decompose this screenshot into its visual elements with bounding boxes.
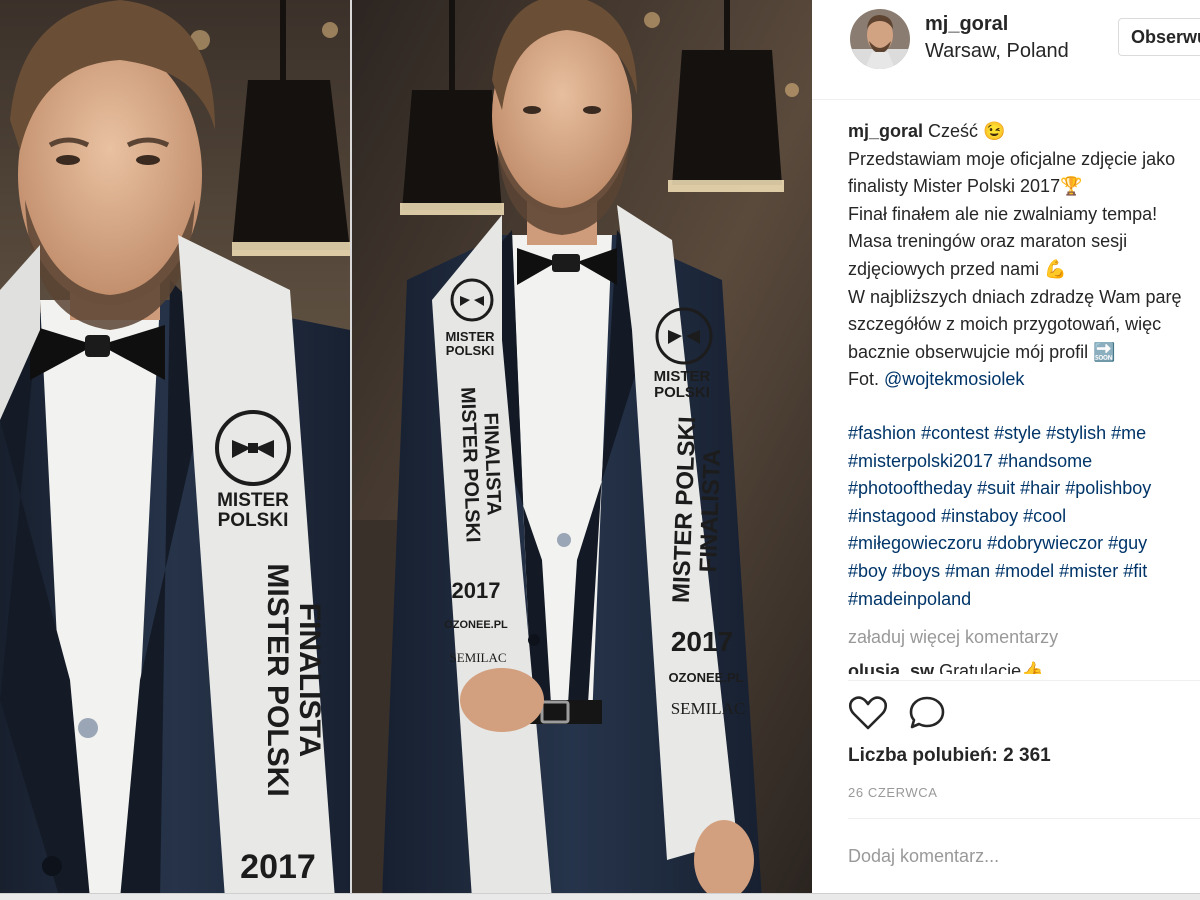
likes-count[interactable]: Liczba polubień: 2 361	[848, 745, 1051, 767]
comment-author[interactable]: olusia_sw	[848, 661, 934, 674]
hashtag-link[interactable]: #fit	[1123, 561, 1147, 581]
hashtag-link[interactable]: #boys	[892, 561, 940, 581]
hashtag-line: #miłegowieczoru #dobrywieczor #guy	[848, 530, 1200, 558]
follow-button[interactable]: Obserwuj	[1118, 18, 1200, 56]
sash-year: 2017	[240, 848, 316, 886]
load-more-comments-link[interactable]: załaduj więcej komentarzy	[848, 627, 1058, 648]
heart-icon[interactable]	[848, 694, 888, 732]
hashtag-line: #instagood #instaboy #cool	[848, 503, 1200, 531]
sash-title-line1: MISTER POLSKI	[261, 563, 294, 796]
caption-line: mj_goral Cześć 😉	[848, 118, 1200, 146]
caption-line: W najbliższych dniach zdradzę Wam parę	[848, 286, 1182, 307]
sash-left-year: 2017	[452, 578, 501, 603]
speech-bubble-icon[interactable]	[908, 694, 948, 732]
sash-left-title-line2: FINALISTA	[479, 412, 505, 516]
hashtag-line: #boy #boys #man #model #mister #fit	[848, 558, 1200, 586]
caption-line: szczegółów z moich przygotowań, więc	[848, 314, 1162, 335]
hashtag-link[interactable]: #polishboy	[1065, 478, 1151, 498]
hashtag-link[interactable]: #photooftheday	[848, 478, 972, 498]
hashtag-link[interactable]: #contest	[921, 423, 989, 443]
hashtag-link[interactable]: #instagood	[848, 506, 936, 526]
sash-brand-line1: MISTER	[217, 490, 289, 511]
sash-right-brand-line1: MISTER	[654, 368, 711, 385]
sash-brand-line2: POLSKI	[218, 510, 289, 531]
hashtag-link[interactable]: #hair	[1020, 478, 1060, 498]
comment-text: Gratulacje👍	[939, 661, 1044, 674]
sash-left-sponsor1: OZONEE.PL	[444, 619, 508, 631]
caption-line: Przedstawiam moje oficjalne zdjęcie jako	[848, 148, 1176, 169]
header-divider	[812, 99, 1200, 100]
sash-title-line2: FINALISTA	[293, 603, 326, 757]
photo-fullbody: MISTER POLSKI MISTER POLSKI FINALISTA 20…	[352, 0, 812, 899]
caption-line: finalisty Mister Polski 2017🏆	[848, 176, 1083, 197]
hashtag-link[interactable]: #boy	[848, 561, 887, 581]
hashtag-line: #photooftheday #suit #hair #polishboy	[848, 475, 1200, 503]
sash-right-brand-line2: POLSKI	[654, 384, 710, 401]
post-header: mj_goral Warsaw, Poland Obserwuj	[812, 0, 1200, 100]
hashtag-link[interactable]: #madeinpoland	[848, 589, 971, 609]
hashtag-link[interactable]: #stylish	[1046, 423, 1106, 443]
avatar[interactable]	[850, 9, 910, 69]
caption-line: Finał finałem ale nie zwalniamy tempa!	[848, 203, 1158, 224]
hashtag-block: #fashion #contest #style #stylish #me #miste…	[848, 420, 1200, 613]
hashtag-link[interactable]: #guy	[1108, 533, 1147, 553]
hashtag-line: #fashion #contest #style #stylish #me	[848, 420, 1200, 448]
hashtag-link[interactable]: #man	[945, 561, 990, 581]
actions-divider	[848, 680, 1200, 681]
caption-line: bacznie obserwujcie mój profil 🔜	[848, 341, 1116, 362]
hashtag-link[interactable]: #style	[994, 423, 1041, 443]
add-comment-input[interactable]	[848, 838, 1188, 874]
caption-author[interactable]: mj_goral	[848, 121, 923, 141]
hashtag-link[interactable]: #mister	[1059, 561, 1118, 581]
sash-left-sponsor2: SEMILAC	[449, 650, 506, 665]
post-location[interactable]: Warsaw, Poland	[925, 40, 1069, 63]
hashtag-link[interactable]: #instaboy	[941, 506, 1018, 526]
hashtag-link[interactable]: #cool	[1023, 506, 1066, 526]
post-side-panel: mj_goral Warsaw, Poland Obserwuj mj_gora…	[812, 0, 1200, 899]
sash-right-title-line2: FINALISTA	[695, 448, 726, 572]
sash-right-sponsor1: OZONEE.PL	[668, 670, 743, 685]
hashtag-line: #misterpolski2017 #handsome	[848, 448, 1200, 476]
hashtag-link[interactable]: #model	[995, 561, 1054, 581]
caption-text: Cześć 😉	[928, 121, 1006, 141]
post-caption: mj_goral Cześć 😉 Przedstawiam moje oficj…	[848, 118, 1200, 394]
sash-left-brand-line2: POLSKI	[446, 343, 494, 358]
sash-left-brand-line1: MISTER	[445, 329, 495, 344]
post-date[interactable]: 26 CZERWCA	[848, 785, 938, 800]
hashtag-link[interactable]: #suit	[977, 478, 1015, 498]
hashtag-line: #madeinpoland	[848, 586, 1200, 614]
comment-divider	[848, 818, 1200, 819]
hashtag-link[interactable]: #miłegowieczoru	[848, 533, 982, 553]
hashtag-link[interactable]: #fashion	[848, 423, 916, 443]
caption-line: zdjęciowych przed nami 💪	[848, 258, 1067, 279]
caption-line: Fot. @wojtekmosiolek	[848, 366, 1200, 394]
hashtag-link[interactable]: #handsome	[998, 451, 1092, 471]
photo-credit-prefix: Fot.	[848, 369, 885, 390]
sash-right-year: 2017	[671, 626, 733, 657]
post-username[interactable]: mj_goral	[925, 13, 1008, 36]
hashtag-link[interactable]: #dobrywieczor	[987, 533, 1103, 553]
photographer-mention-link[interactable]: @wojtekmosiolek	[884, 369, 1024, 389]
sash-right-sponsor2: SEMILAC	[671, 699, 746, 718]
post-photo[interactable]: MISTER POLSKI MISTER POLSKI FINALISTA 20…	[0, 0, 812, 899]
photo-closeup: MISTER POLSKI MISTER POLSKI FINALISTA 20…	[0, 0, 350, 899]
hashtag-link[interactable]: #misterpolski2017	[848, 451, 993, 471]
comment-preview: olusia_sw Gratulacje👍	[848, 660, 1044, 674]
caption-line: Masa treningów oraz maraton sesji	[848, 231, 1128, 252]
hashtag-link[interactable]: #me	[1111, 423, 1146, 443]
